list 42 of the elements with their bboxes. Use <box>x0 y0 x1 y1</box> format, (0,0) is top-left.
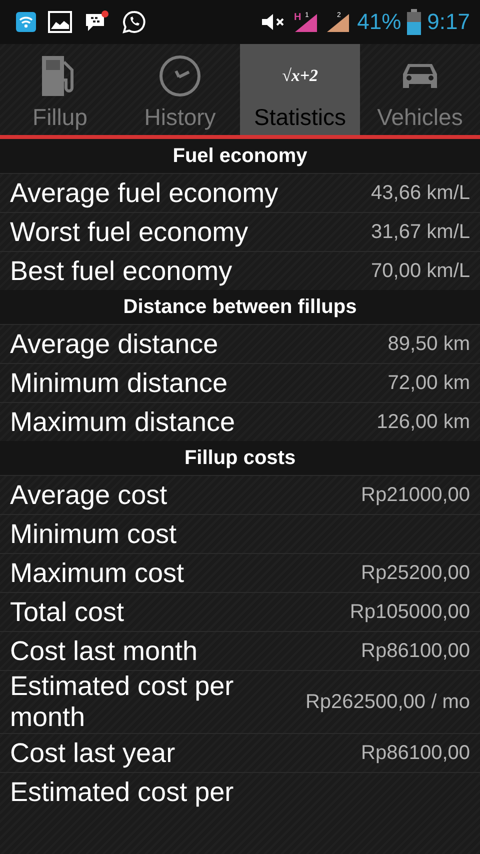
tab[interactable]: √x+2 Statistics <box>240 44 360 135</box>
chat-bubble-icon <box>84 10 110 34</box>
section-header: Fillup costs <box>0 441 480 475</box>
section-header: Fuel economy <box>0 139 480 173</box>
stat-label: Average fuel economy <box>10 178 278 208</box>
battery-icon <box>407 9 422 35</box>
stat-label: Best fuel economy <box>10 256 232 286</box>
stat-label: Minimum distance <box>10 368 228 398</box>
stat-label: Cost last year <box>10 738 176 768</box>
formula-icon: √x+2 <box>282 54 318 98</box>
image-icon <box>48 11 72 33</box>
tab[interactable]: History <box>120 44 240 135</box>
stat-value: 70,00 km/L <box>371 260 470 282</box>
clock-icon <box>158 54 202 98</box>
stat-value: 126,00 km <box>376 410 470 434</box>
tab[interactable]: Vehicles <box>360 44 480 135</box>
stat-value: 43,66 km/L <box>371 182 470 204</box>
stat-label: Maximum cost <box>10 558 184 588</box>
tab[interactable]: Fillup <box>0 44 120 135</box>
stat-value: 89,50 km <box>388 332 470 356</box>
battery-percentage: 41% <box>357 9 402 35</box>
stat-value: Rp86100,00 <box>361 742 470 764</box>
stat-label: Average cost <box>10 480 168 510</box>
stat-value: Rp25200,00 <box>361 562 470 584</box>
stat-value: 31,67 km/L <box>371 220 470 244</box>
wifi-icon <box>16 12 36 32</box>
stat-label: Minimum cost <box>10 518 177 550</box>
stat-label: Estimated cost per <box>10 776 234 808</box>
stat-label: Estimated cost per month <box>10 671 235 733</box>
stat-value: Rp86100,00 <box>361 640 470 662</box>
phone-bubble-icon <box>122 10 146 34</box>
stat-label: Total cost <box>10 596 124 628</box>
stat-value: Rp21000,00 <box>361 484 470 506</box>
stat-label: Average distance <box>10 328 218 360</box>
section-header: Distance between fillups <box>0 290 480 324</box>
stat-value: Rp105000,00 <box>350 600 470 624</box>
stat-value: Rp262500,00 / mo <box>305 690 470 714</box>
clock-time: 9:17 <box>427 9 470 35</box>
stat-label: Maximum distance <box>10 406 236 438</box>
stat-label: Worst fuel economy <box>10 216 248 248</box>
stat-label: Cost last month <box>10 636 198 666</box>
stat-value: 72,00 km <box>388 372 470 394</box>
